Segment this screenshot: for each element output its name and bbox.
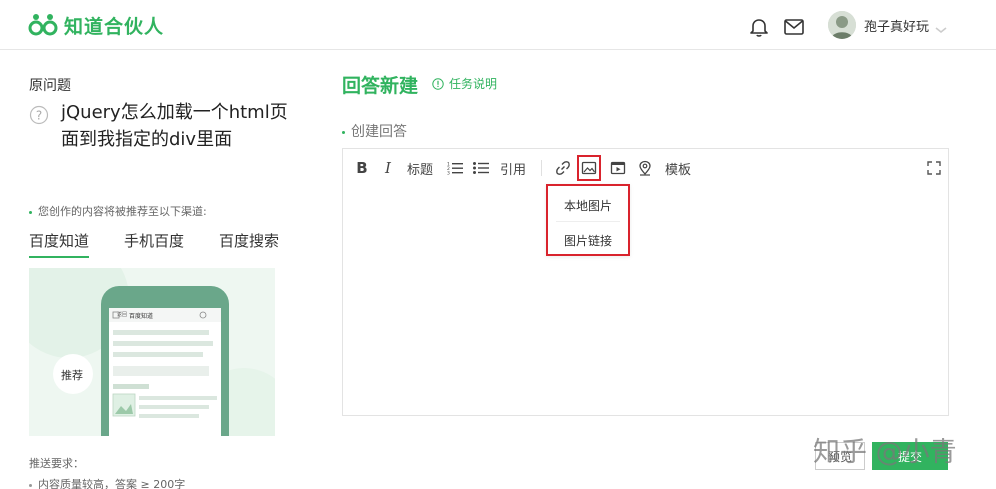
chevron-down-icon[interactable]: [934, 20, 948, 34]
location-pin-icon[interactable]: [637, 158, 653, 178]
task-description-link[interactable]: 任务说明: [432, 75, 497, 92]
avatar[interactable]: [828, 11, 856, 39]
answer-editor[interactable]: B I 标题 1 2 3 引用 模板: [342, 148, 949, 416]
username[interactable]: 孢子真好玩: [864, 16, 929, 35]
create-answer-text: 创建回答: [351, 124, 407, 140]
task-link-label: 任务说明: [449, 77, 498, 91]
menu-item-local-image[interactable]: 本地图片: [548, 197, 628, 214]
video-icon[interactable]: [610, 158, 626, 178]
heading-button[interactable]: 标题: [407, 158, 433, 178]
unordered-list-icon[interactable]: [473, 158, 489, 178]
editor-toolbar: B I 标题 1 2 3 引用 模板: [343, 149, 948, 187]
toolbar-divider: [541, 160, 542, 176]
ordered-list-icon[interactable]: 1 2 3: [447, 158, 463, 178]
requirement-item: 内容质量较高，答案 ≥ 200字: [29, 476, 185, 489]
original-question-label: 原问题: [29, 78, 71, 94]
menu-divider: [556, 221, 620, 222]
question-mark-icon: ?: [29, 105, 49, 125]
link-icon[interactable]: [555, 158, 571, 178]
recommend-badge: 推荐: [61, 369, 83, 382]
svg-text:?: ?: [36, 109, 42, 123]
phone-header-text: 百度知道: [129, 313, 154, 320]
question-title[interactable]: jQuery怎么加载一个html页面到我指定的div里面: [61, 99, 301, 153]
image-insert-menu: 本地图片 图片链接: [546, 184, 630, 256]
tab-baidu-zhidao[interactable]: 百度知道: [29, 230, 90, 258]
bold-button[interactable]: B: [355, 158, 369, 178]
channel-illustration: 百度知道 返回 推荐: [29, 268, 275, 436]
bullet-dot: [342, 130, 345, 134]
preview-button[interactable]: 预览: [815, 442, 865, 470]
image-button-highlight: [577, 155, 601, 181]
template-button[interactable]: 模板: [665, 158, 691, 178]
recommend-note: 您创作的内容将被推荐至以下渠道:: [29, 203, 207, 219]
tab-baidu-search[interactable]: 百度搜索: [219, 230, 279, 256]
italic-button[interactable]: I: [381, 158, 395, 178]
bell-icon[interactable]: [748, 16, 770, 38]
mail-icon[interactable]: [783, 17, 805, 37]
phone-back-text: 返回: [117, 312, 128, 318]
menu-item-image-link[interactable]: 图片链接: [548, 232, 628, 249]
logo[interactable]: 知道合伙人: [28, 11, 164, 39]
requirements-title: 推送要求：: [29, 457, 84, 470]
top-bar: 知道合伙人 孢子真好玩: [0, 0, 996, 50]
submit-button[interactable]: 提交: [872, 442, 948, 470]
bullet-dot: [29, 483, 32, 487]
quote-button[interactable]: 引用: [500, 158, 526, 178]
page-title: 回答新建: [342, 75, 419, 97]
tab-mobile-baidu[interactable]: 手机百度: [124, 230, 184, 256]
info-icon: [432, 77, 444, 90]
requirement-text: 内容质量较高，答案 ≥ 200字: [38, 478, 186, 489]
create-answer-label: 创建回答: [342, 121, 407, 141]
fullscreen-icon[interactable]: [927, 158, 941, 178]
recommend-note-text: 您创作的内容将被推荐至以下渠道:: [38, 205, 207, 218]
bullet-dot: [29, 210, 32, 214]
logo-mark-icon: [28, 13, 58, 37]
svg-text:3: 3: [447, 171, 450, 176]
logo-text: 知道合伙人: [64, 15, 165, 38]
